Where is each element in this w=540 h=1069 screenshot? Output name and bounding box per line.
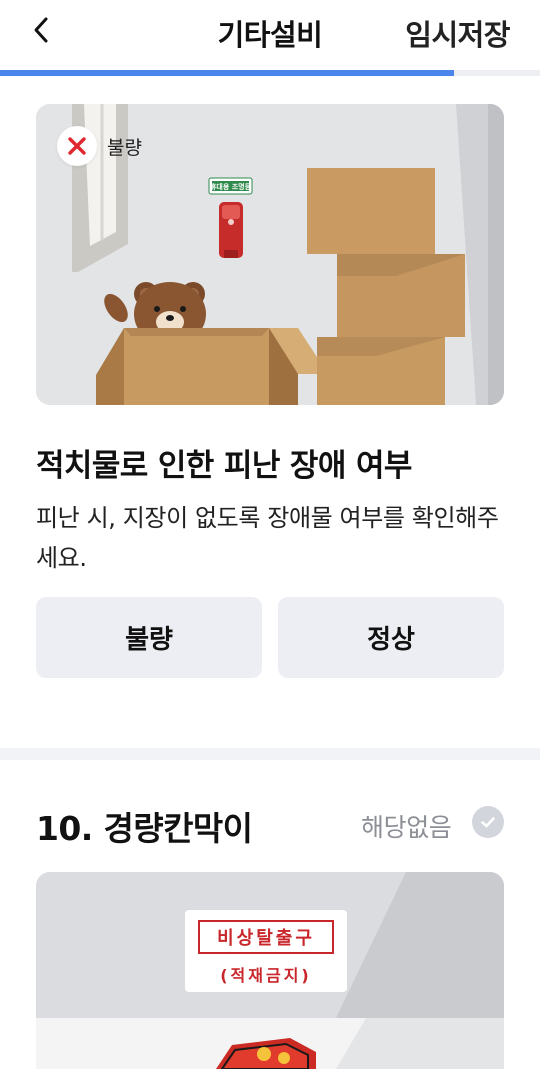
option-normal-button[interactable]: 정상 [278,597,504,678]
question-title: 적치물로 인한 피난 장애 여부 [36,448,412,484]
save-draft-button[interactable]: 임시저장 [405,12,510,54]
question-illustration: 불량 휴대용 조명등 [36,104,504,405]
emergency-exit-sign-subtitle: (적재금지) [220,966,312,985]
section-divider [0,748,540,760]
progress-bar-fill [0,70,454,76]
section-title: 10. 경량칸막이 [36,809,253,848]
flashlight-sign: 휴대용 조명등 [210,182,252,191]
section-illustration: 비상탈출구 (적재금지) [36,872,504,1069]
emergency-exit-sign-title: 비상탈출구 [198,920,334,954]
check-icon [481,817,495,828]
question-description: 피난 시, 지장이 없도록 장애물 여부를 확인해주세요. [36,504,499,572]
x-icon [57,126,97,166]
emergency-exit-sign: 비상탈출구 (적재금지) [185,910,347,992]
progress-bar [0,70,540,76]
app-header: 기타설비 임시저장 [0,0,540,70]
flashlight-sign-text: 휴대용 조명등 [210,182,252,191]
status-badge: 불량 [57,124,142,168]
status-badge-label: 불량 [107,136,142,159]
not-applicable-checkbox[interactable] [472,806,504,838]
option-bad-button[interactable]: 불량 [36,597,262,678]
not-applicable-label[interactable]: 해당없음 [361,808,452,844]
